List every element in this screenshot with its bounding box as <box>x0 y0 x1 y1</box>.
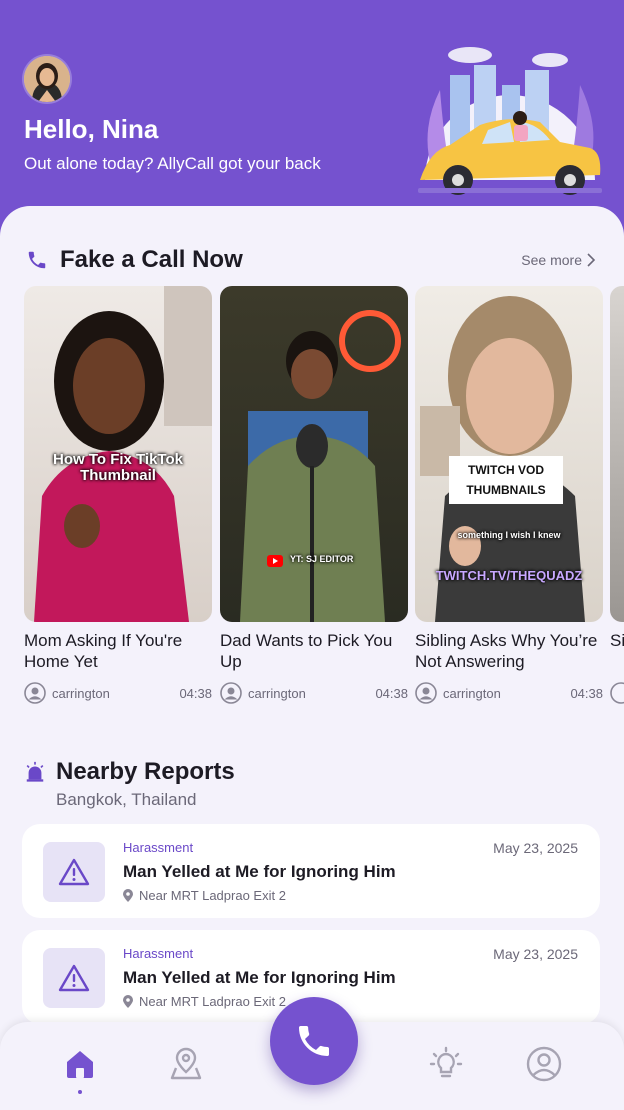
thumbnail-caption: something I wish I knew <box>457 530 561 540</box>
video-thumbnail[interactable]: TWITCH VOD THUMBNAILS something I wish I… <box>415 286 603 622</box>
card-author: carrington <box>248 685 306 701</box>
fake-call-header: Fake a Call Now <box>26 246 243 274</box>
active-indicator <box>78 1090 82 1094</box>
report-date: May 23, 2025 <box>493 946 578 962</box>
thumbnail-url-text: TWITCH.TV/THEQUADZ <box>435 568 583 583</box>
map-location-icon[interactable] <box>166 1044 206 1084</box>
avatar[interactable] <box>24 56 70 102</box>
card-duration: 04:38 <box>375 685 408 701</box>
fake-call-card[interactable]: Si Yo <box>610 286 624 704</box>
greeting: Hello, Nina <box>24 114 159 144</box>
report-location-text: Near MRT Ladprao Exit 2 <box>139 888 286 903</box>
reports-title: Nearby Reports <box>56 758 235 785</box>
warning-icon <box>58 858 90 886</box>
report-category: Harassment <box>123 946 194 961</box>
report-date: May 23, 2025 <box>493 840 578 856</box>
thumbnail-overlay-text: How To Fix TikTok Thumbnail <box>52 451 183 484</box>
report-title: Man Yelled at Me for Ignoring Him <box>123 862 396 881</box>
video-thumbnail[interactable]: YT: SJ EDITOR <box>220 286 408 622</box>
video-thumbnail[interactable]: How To Fix TikTok Thumbnail <box>24 286 212 622</box>
home-icon[interactable] <box>60 1044 100 1084</box>
report-location: Near MRT Ladprao Exit 2 <box>123 994 286 1009</box>
card-title: Dad Wants to Pick You Up <box>220 631 393 671</box>
reports-header: Nearby Reports <box>24 758 235 786</box>
content-sheet: Fake a Call Now See more How To Fix TikT… <box>0 206 624 1110</box>
user-icon <box>415 682 437 704</box>
report-card[interactable]: Harassment May 23, 2025 Man Yelled at Me… <box>22 824 600 918</box>
fake-call-button[interactable] <box>270 997 358 1085</box>
card-title: Mom Asking If You're Home Yet <box>24 631 183 671</box>
thumbnail-overlay-text: YT: SJ EDITOR <box>290 554 354 564</box>
card-duration: 04:38 <box>570 685 603 701</box>
see-more-label: See more <box>521 252 582 268</box>
fake-call-card[interactable]: How To Fix TikTok Thumbnail Mom Asking I… <box>24 286 212 704</box>
header: Hello, Nina Out alone today? AllyCall go… <box>0 0 624 240</box>
chevron-right-icon <box>587 253 596 267</box>
report-icon-box <box>43 842 105 902</box>
siren-icon <box>26 761 44 782</box>
lightbulb-icon[interactable] <box>426 1044 466 1084</box>
user-icon <box>610 682 624 704</box>
card-title: Si Yo <box>610 631 624 650</box>
card-duration: 04:38 <box>179 685 212 701</box>
profile-icon[interactable] <box>524 1044 564 1084</box>
card-meta: carrington 04:38 <box>24 682 212 704</box>
report-location-text: Near MRT Ladprao Exit 2 <box>139 994 286 1009</box>
report-title: Man Yelled at Me for Ignoring Him <box>123 968 396 987</box>
card-author: carrington <box>443 685 501 701</box>
phone-icon <box>299 1026 329 1056</box>
map-pin-icon <box>123 889 133 902</box>
fake-call-card[interactable]: TWITCH VOD THUMBNAILS something I wish I… <box>415 286 603 704</box>
report-category: Harassment <box>123 840 194 855</box>
user-icon <box>220 682 242 704</box>
report-icon-box <box>43 948 105 1008</box>
video-thumbnail[interactable] <box>610 286 624 622</box>
card-meta <box>610 682 624 704</box>
card-meta: carrington 04:38 <box>415 682 603 704</box>
card-author: carrington <box>52 685 110 701</box>
card-title: Sibling Asks Why You’re Not Answering <box>415 631 598 671</box>
user-icon <box>24 682 46 704</box>
subtitle: Out alone today? AllyCall got your back <box>24 154 321 173</box>
car-illustration <box>410 30 610 200</box>
report-location: Near MRT Ladprao Exit 2 <box>123 888 286 903</box>
fake-call-title: Fake a Call Now <box>60 246 243 273</box>
card-meta: carrington 04:38 <box>220 682 408 704</box>
fake-call-card[interactable]: YT: SJ EDITOR Dad Wants to Pick You Up c… <box>220 286 408 704</box>
thumbnail-overlay-text: TWITCH VOD THUMBNAILS <box>449 456 563 504</box>
map-pin-icon <box>123 995 133 1008</box>
see-more-link[interactable]: See more <box>521 252 596 268</box>
phone-icon <box>28 251 46 269</box>
fake-call-carousel[interactable]: How To Fix TikTok Thumbnail Mom Asking I… <box>24 286 624 706</box>
warning-icon <box>58 964 90 992</box>
reports-location: Bangkok, Thailand <box>56 790 197 809</box>
